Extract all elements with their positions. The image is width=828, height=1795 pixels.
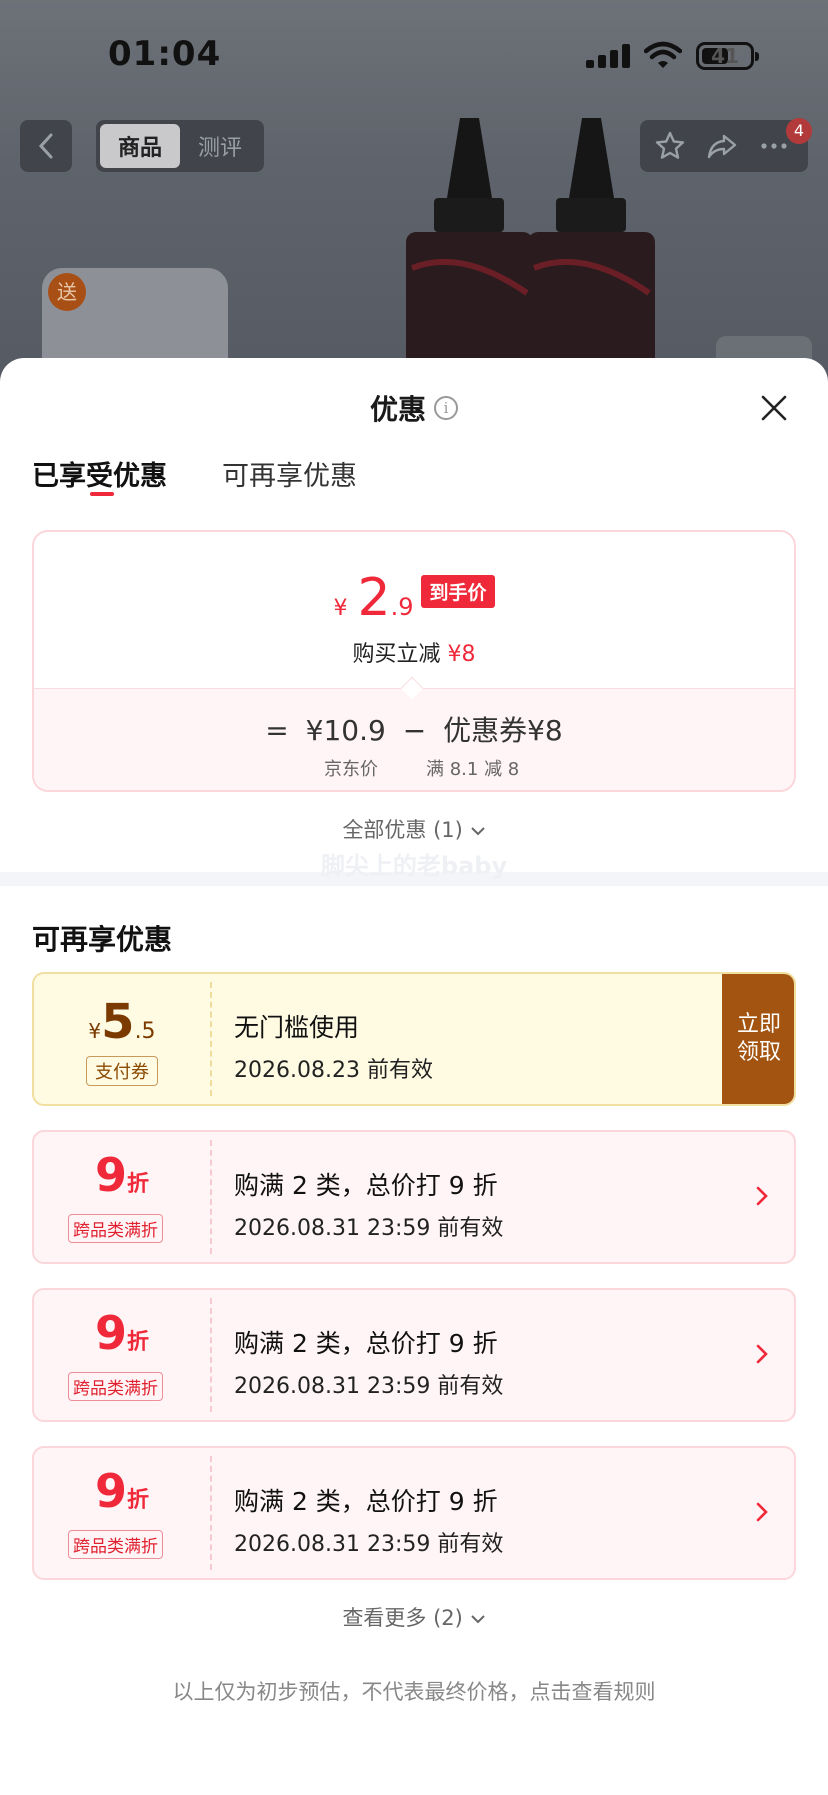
- coupon-divider: [210, 982, 212, 1096]
- coupon-amount: ¥5.5: [34, 994, 210, 1050]
- coupon-expiry: 2026.08.23 前有效: [234, 1058, 433, 1083]
- equals-sign: =: [265, 714, 289, 747]
- discount-coupon-card[interactable]: 9折 跨品类满折 购满 2 类，总价打 9 折 2026.08.31 23:59…: [32, 1130, 796, 1264]
- battery-icon: 41: [696, 42, 759, 70]
- coupon-type-tag: 跨品类满折: [68, 1214, 163, 1243]
- discount-number: 9: [94, 1306, 127, 1360]
- all-offers-label: 全部优惠 (1): [342, 818, 463, 842]
- back-button[interactable]: [20, 120, 72, 172]
- price-decimal: .9: [390, 593, 414, 621]
- discount-number: 9: [94, 1148, 127, 1202]
- coupon-title: 购满 2 类，总价打 9 折: [234, 1487, 498, 1516]
- battery-level: 41: [711, 44, 739, 68]
- coupon-expiry: 2026.08.31 23:59 前有效: [234, 1532, 504, 1557]
- status-time: 01:04: [108, 34, 222, 74]
- final-price: ¥2.9 到手价: [34, 568, 794, 628]
- coupon-amount: 9折: [34, 1148, 210, 1202]
- price-integer: 2: [357, 568, 391, 628]
- offers-sheet: 优惠 i 已享受优惠 可再享优惠 ¥2.9 到手价 购买立减 ¥8 = ¥10.9 …: [0, 358, 828, 1795]
- coupon-discount: 优惠券¥8: [443, 714, 563, 747]
- minus-sign: −: [402, 714, 427, 747]
- instant-discount: 购买立减 ¥8: [34, 636, 794, 668]
- final-price-tag: 到手价: [421, 575, 495, 608]
- coupon-value-area: 9折 跨品类满折: [34, 1290, 210, 1420]
- enjoyed-offer-card: ¥2.9 到手价 购买立减 ¥8 = ¥10.9 − 优惠券¥8 京东价 满 8.…: [32, 530, 796, 792]
- final-price-section: ¥2.9 到手价 购买立减 ¥8: [34, 532, 794, 688]
- tab-enjoyed-offers[interactable]: 已享受优惠: [32, 454, 167, 493]
- coupon-expiry: 2026.08.31 23:59 前有效: [234, 1374, 504, 1399]
- chevron-down-icon: [470, 1615, 485, 1624]
- coupon-divider: [210, 1140, 212, 1254]
- watermark-text: 脚尖上的老baby: [320, 852, 508, 880]
- payment-coupon-card[interactable]: ¥5.5 支付券 无门槛使用 2026.08.23 前有效 立即 领取: [32, 972, 796, 1106]
- tab-product[interactable]: 商品: [100, 124, 180, 168]
- chevron-left-icon: [38, 133, 53, 159]
- coupon-divider: [210, 1298, 212, 1412]
- discount-number: 9: [94, 1464, 127, 1518]
- coupon-type-tag: 跨品类满折: [68, 1530, 163, 1559]
- header-actions: [640, 120, 808, 172]
- price-currency: ¥: [333, 596, 348, 621]
- discount-coupon-card[interactable]: 9折 跨品类满折 购满 2 类，总价打 9 折 2026.08.31 23:59…: [32, 1446, 796, 1580]
- coupon-amount: 9折: [34, 1306, 210, 1360]
- instant-discount-value: ¥8: [447, 642, 476, 667]
- coupon-value-area: ¥5.5 支付券: [34, 974, 210, 1104]
- close-icon[interactable]: [758, 392, 790, 424]
- jd-price-label: 京东价: [324, 759, 378, 780]
- chevron-right-icon[interactable]: [752, 1498, 772, 1526]
- coupon-title: 购满 2 类，总价打 9 折: [234, 1329, 498, 1358]
- price-disclaimer-link[interactable]: 以上仅为初步预估，不代表最终价格，点击查看规则: [0, 1676, 828, 1706]
- chevron-down-icon: [470, 827, 485, 836]
- chevron-right-icon[interactable]: [752, 1340, 772, 1368]
- notification-badge: 4: [786, 118, 812, 144]
- all-offers-toggle[interactable]: 全部优惠 (1): [0, 814, 828, 844]
- discount-unit: 折: [127, 1172, 150, 1197]
- product-page-background: 01:04 41 商品 测评 4 送: [0, 0, 828, 400]
- product-tab-switch: 商品 测评: [96, 120, 264, 172]
- price-formula: = ¥10.9 − 优惠券¥8 京东价 满 8.1 减 8: [34, 688, 794, 790]
- coupon-amount: 9折: [34, 1464, 210, 1518]
- tab-review[interactable]: 测评: [180, 124, 260, 168]
- info-icon[interactable]: i: [434, 396, 458, 420]
- cellular-signal-icon: [586, 44, 630, 68]
- coupon-rule: 满 8.1 减 8: [426, 759, 520, 780]
- wifi-icon: [644, 41, 682, 68]
- coupon-type-tag: 支付券: [86, 1056, 158, 1086]
- coupon-amount-dec: .5: [134, 1019, 156, 1044]
- claim-button-label: 立即 领取: [736, 1012, 781, 1065]
- coupon-amount-int: 5: [101, 994, 135, 1050]
- coupon-divider: [210, 1456, 212, 1570]
- price-equation: = ¥10.9 − 优惠券¥8: [34, 709, 794, 749]
- coupon-title: 无门槛使用: [234, 1013, 360, 1042]
- more-icon[interactable]: [758, 130, 790, 162]
- instant-discount-label: 购买立减: [352, 642, 441, 667]
- coupon-type-tag: 跨品类满折: [68, 1372, 163, 1401]
- claim-coupon-button[interactable]: 立即 领取: [722, 974, 794, 1104]
- coupon-value-area: 9折 跨品类满折: [34, 1132, 210, 1262]
- discount-unit: 折: [127, 1488, 150, 1513]
- coupon-value-area: 9折 跨品类满折: [34, 1448, 210, 1578]
- sheet-header: 优惠 i: [0, 388, 828, 428]
- see-more-toggle[interactable]: 查看更多 (2): [0, 1602, 828, 1632]
- status-bar: 01:04 41: [0, 0, 828, 110]
- chevron-right-icon[interactable]: [752, 1182, 772, 1210]
- discount-unit: 折: [127, 1330, 150, 1355]
- gift-badge: 送: [48, 273, 86, 311]
- coupon-currency: ¥: [88, 1019, 102, 1043]
- tab-indicator: [90, 492, 114, 496]
- coupon-title: 购满 2 类，总价打 9 折: [234, 1171, 498, 1200]
- share-icon[interactable]: [706, 130, 738, 162]
- see-more-label: 查看更多 (2): [342, 1606, 463, 1630]
- tab-more-offers[interactable]: 可再享优惠: [222, 454, 357, 493]
- jd-price: ¥10.9: [305, 714, 386, 747]
- coupon-expiry: 2026.08.31 23:59 前有效: [234, 1216, 504, 1241]
- discount-coupon-card[interactable]: 9折 跨品类满折 购满 2 类，总价打 9 折 2026.08.31 23:59…: [32, 1288, 796, 1422]
- sheet-title: 优惠: [369, 393, 426, 426]
- more-offers-title: 可再享优惠: [32, 923, 173, 956]
